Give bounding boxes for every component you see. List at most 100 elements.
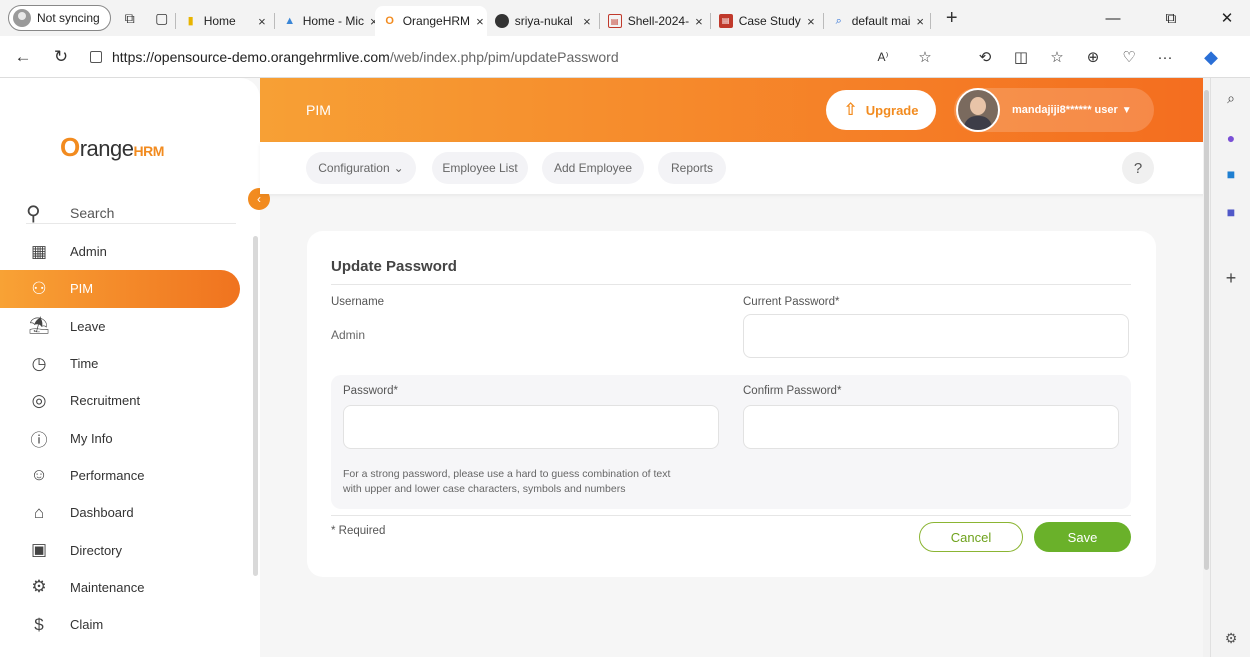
password-hint-line: with upper and lower case characters, sy… <box>343 483 626 495</box>
logo-hrm: HRM <box>133 143 165 159</box>
tab-close-icon[interactable]: × <box>689 14 703 29</box>
sync-status-label: Not syncing <box>37 11 100 25</box>
url-host: https://opensource-demo.orangehrmlive.co… <box>112 48 390 65</box>
url-field[interactable]: https://opensource-demo.orangehrmlive.co… <box>90 49 619 65</box>
tab-add-employee-label: Add Employee <box>553 161 633 175</box>
tab-close-icon[interactable]: × <box>801 14 815 29</box>
tab-employee-list[interactable]: Employee List <box>432 152 528 184</box>
back-button[interactable]: ← <box>8 42 38 72</box>
caret-down-icon: ▼ <box>1121 104 1132 116</box>
password-hint: For a strong password, please use a hard… <box>343 467 743 497</box>
tab-actions-icon[interactable]: ▢ <box>149 5 175 31</box>
sidebar: OrangeHRM ⚲ Search ▦ Admin ⚇ PIM ⛱ Leave… <box>0 78 260 657</box>
tab-close-icon[interactable]: × <box>252 14 266 29</box>
tab-github[interactable]: sriya-nukal × <box>487 6 599 36</box>
upgrade-button[interactable]: ⇧ Upgrade <box>826 90 936 130</box>
tab-orangehrm[interactable]: O OrangeHRM × <box>374 6 487 36</box>
tab-default-search[interactable]: ⌕ default mai × <box>824 6 930 36</box>
current-password-label: Current Password* <box>743 296 840 308</box>
sidebar-item-performance[interactable]: ☺ Performance <box>0 457 250 494</box>
time-icon: ◷ <box>31 353 47 373</box>
confirm-password-label: Confirm Password* <box>743 385 842 397</box>
sidebar-search-input[interactable]: ⚲ Search <box>26 190 236 225</box>
favorite-star-icon[interactable]: ☆ <box>910 36 940 78</box>
sidebar-item-label: Leave <box>70 318 106 334</box>
tab-label: Shell-2024- <box>627 14 690 28</box>
pim-subnav: Configuration ⌄ Employee List Add Employ… <box>260 142 1210 194</box>
minimize-button[interactable]: — <box>1090 0 1136 36</box>
read-aloud-icon[interactable]: A⁾ <box>868 36 898 78</box>
tab-add-employee[interactable]: Add Employee <box>542 152 644 184</box>
browser-essentials-icon[interactable]: ♡ <box>1114 36 1144 78</box>
tab-label: OrangeHRM <box>402 14 471 28</box>
close-window-button[interactable]: ✕ <box>1204 0 1250 36</box>
tab-close-icon[interactable]: × <box>577 14 591 29</box>
sidebar-item-directory[interactable]: ▣ Directory <box>0 531 250 568</box>
dashboard-icon: ⌂ <box>33 502 45 522</box>
tab-home-microsoft[interactable]: ▲ Home - Mic × <box>275 6 375 36</box>
refresh-button[interactable]: ↻ <box>46 42 76 72</box>
sidebar-item-recruitment[interactable]: ◎ Recruitment <box>0 382 250 419</box>
copilot-side-icon[interactable]: ● <box>1221 128 1241 148</box>
tab-reports[interactable]: Reports <box>658 152 726 184</box>
search-label: Search <box>70 205 115 221</box>
password-input[interactable] <box>343 405 719 449</box>
tab-shell-pdf[interactable]: ▤ Shell-2024- × <box>600 6 710 36</box>
help-button[interactable]: ? <box>1122 152 1154 184</box>
orangehrm-app: OrangeHRM ⚲ Search ▦ Admin ⚇ PIM ⛱ Leave… <box>0 78 1210 657</box>
teams-icon[interactable]: ■ <box>1221 202 1241 222</box>
user-name: mandajiji8****** user <box>1012 104 1118 116</box>
logo-o: O <box>60 132 80 162</box>
confirm-password-input[interactable] <box>743 405 1119 449</box>
outlook-icon[interactable]: ■ <box>1221 164 1241 184</box>
restore-button[interactable]: ⧉ <box>1148 0 1194 36</box>
tab-label: Home <box>203 14 236 28</box>
collections-icon[interactable]: ⊕ <box>1078 36 1108 78</box>
split-screen-icon[interactable]: ◫ <box>1006 36 1036 78</box>
site-info-icon[interactable] <box>90 50 102 63</box>
search-icon[interactable]: ⌕ <box>1221 88 1241 108</box>
save-button[interactable]: Save <box>1034 522 1131 552</box>
sidebar-item-label: Time <box>70 356 99 372</box>
favorites-icon[interactable]: ☆ <box>1042 36 1072 78</box>
sidebar-item-label: Dashboard <box>70 505 134 521</box>
sidebar-item-my-info[interactable]: ⓘ My Info <box>0 419 250 456</box>
copilot-icon[interactable]: ◆ <box>1196 36 1226 78</box>
main-menu: ▦ Admin ⚇ PIM ⛱ Leave ◷ Time ◎ Recruitme… <box>0 233 250 643</box>
tab-label: Case Study <box>738 14 801 28</box>
tab-home[interactable]: ▮ Home × <box>176 6 274 36</box>
tab-close-icon[interactable]: × <box>364 14 375 29</box>
sidebar-item-admin[interactable]: ▦ Admin <box>0 233 250 270</box>
tab-close-icon[interactable]: × <box>470 14 484 29</box>
orangehrm-logo[interactable]: OrangeHRM <box>60 132 164 163</box>
page-scrollbar-thumb[interactable] <box>1204 90 1209 570</box>
top-header: PIM ⇧ Upgrade mandajiji8****** user ▼ <box>260 78 1210 142</box>
more-options-icon[interactable]: ··· <box>1150 36 1180 78</box>
extensions-icon[interactable]: ⟲ <box>970 36 1000 78</box>
page-scrollbar[interactable] <box>1203 78 1210 657</box>
tab-configuration-label: Configuration <box>318 161 390 175</box>
sidebar-item-time[interactable]: ◷ Time <box>0 345 250 382</box>
maintenance-icon: ⚙ <box>31 577 47 597</box>
sidebar-item-leave[interactable]: ⛱ Leave <box>0 308 250 345</box>
profile-sync-button[interactable]: Not syncing <box>8 5 111 31</box>
password-hint-line: For a strong password, please use a hard… <box>343 468 671 480</box>
cancel-button[interactable]: Cancel <box>919 522 1023 552</box>
sidebar-item-dashboard[interactable]: ⌂ Dashboard <box>0 494 250 531</box>
settings-gear-icon[interactable]: ⚙ <box>1221 628 1241 648</box>
workspaces-icon[interactable]: ⧉ <box>117 5 143 31</box>
browser-side-panel: ⌕ ● ■ ■ + ⚙ <box>1210 78 1250 657</box>
current-password-input[interactable] <box>743 314 1129 358</box>
upgrade-label: Upgrade <box>865 102 919 118</box>
sidebar-item-pim[interactable]: ⚇ PIM <box>0 270 240 308</box>
add-side-app-icon[interactable]: + <box>1221 268 1241 288</box>
sidebar-item-maintenance[interactable]: ⚙ Maintenance <box>0 569 250 606</box>
tab-label: Home - Mic <box>302 14 365 28</box>
new-tab-button[interactable]: + <box>939 5 965 31</box>
user-dropdown[interactable]: mandajiji8****** user ▼ <box>954 88 1154 132</box>
sidebar-item-claim[interactable]: $ Claim <box>0 606 250 643</box>
sidebar-scrollbar[interactable] <box>253 236 258 576</box>
tab-configuration[interactable]: Configuration ⌄ <box>306 152 416 184</box>
tab-case-study-pdf[interactable]: ▤ Case Study × <box>711 6 823 36</box>
tab-close-icon[interactable]: × <box>910 14 924 29</box>
